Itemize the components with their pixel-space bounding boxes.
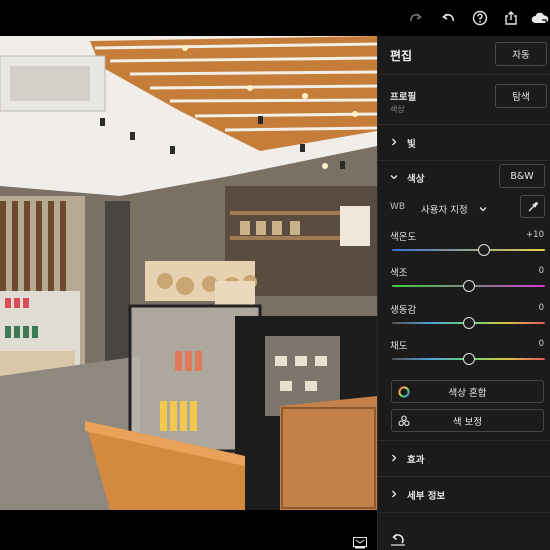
slider-value: 0: [538, 339, 544, 349]
section-detail-label: 세부 정보: [407, 491, 446, 502]
section-detail[interactable]: 세부 정보: [378, 477, 550, 511]
wb-dropdown[interactable]: 사용자 지정: [421, 198, 501, 216]
slider-knob[interactable]: [462, 317, 475, 329]
filmstrip-bar: [0, 510, 377, 550]
undo-icon[interactable]: [438, 8, 458, 28]
photo-canvas[interactable]: [0, 36, 377, 510]
reset-icon[interactable]: [390, 531, 406, 546]
wb-value: 사용자 지정: [421, 205, 468, 216]
section-effects-label: 효과: [407, 455, 425, 466]
help-icon[interactable]: [470, 8, 490, 28]
slider-track[interactable]: [392, 249, 545, 251]
profile-value: 색상: [390, 105, 405, 114]
section-light-label: 빛: [407, 139, 416, 150]
panel-title: 편집: [390, 49, 413, 63]
color-mix-button[interactable]: 색상 혼합: [391, 380, 544, 403]
slider-label: 생동감: [390, 305, 417, 316]
eyedropper-button[interactable]: [520, 195, 545, 218]
profile-label: 프로필: [390, 92, 417, 103]
auto-button[interactable]: 자동: [495, 42, 547, 66]
edit-panel: 편집 자동 프로필 색상 탐색 빛 색상 B&W WB 사용자 지정 색온도 +…: [377, 36, 550, 550]
color-wheel-icon: [398, 386, 410, 398]
slider-knob[interactable]: [462, 353, 475, 365]
divider: [378, 74, 550, 75]
color-grading-button[interactable]: 색 보정: [391, 409, 544, 432]
browse-button[interactable]: 탐색: [495, 84, 547, 108]
slider-label: 채도: [390, 341, 408, 352]
color-grading-icon: [398, 415, 410, 427]
chevron-right-icon: [392, 454, 397, 462]
divider: [378, 512, 550, 513]
rating-flag-icon[interactable]: [353, 534, 367, 549]
slider-label: 색조: [390, 268, 408, 279]
slider-value: +10: [526, 230, 544, 240]
wb-label: WB: [390, 202, 406, 212]
bw-button[interactable]: B&W: [499, 164, 545, 188]
top-toolbar: [0, 0, 550, 36]
slider-label: 색온도: [390, 232, 417, 243]
slider-knob[interactable]: [462, 280, 475, 292]
section-effects[interactable]: 효과: [378, 441, 550, 475]
share-icon[interactable]: [501, 8, 521, 28]
color-mix-label: 색상 혼합: [448, 387, 487, 399]
slider-value: 0: [538, 303, 544, 313]
cloud-sync-icon[interactable]: [530, 8, 550, 28]
chevron-right-icon: [392, 490, 397, 498]
slider-value: 0: [538, 266, 544, 276]
color-grading-label: 색 보정: [452, 416, 483, 428]
chevron-right-icon: [392, 138, 397, 146]
eyedropper-icon: [528, 201, 538, 211]
slider-knob[interactable]: [477, 244, 490, 256]
section-color[interactable]: 색상: [378, 161, 488, 191]
chevron-down-icon: [479, 207, 487, 212]
section-color-label: 색상: [407, 174, 425, 185]
chevron-down-icon: [390, 175, 398, 180]
redo-icon[interactable]: [406, 8, 426, 28]
section-light[interactable]: 빛: [378, 125, 550, 159]
